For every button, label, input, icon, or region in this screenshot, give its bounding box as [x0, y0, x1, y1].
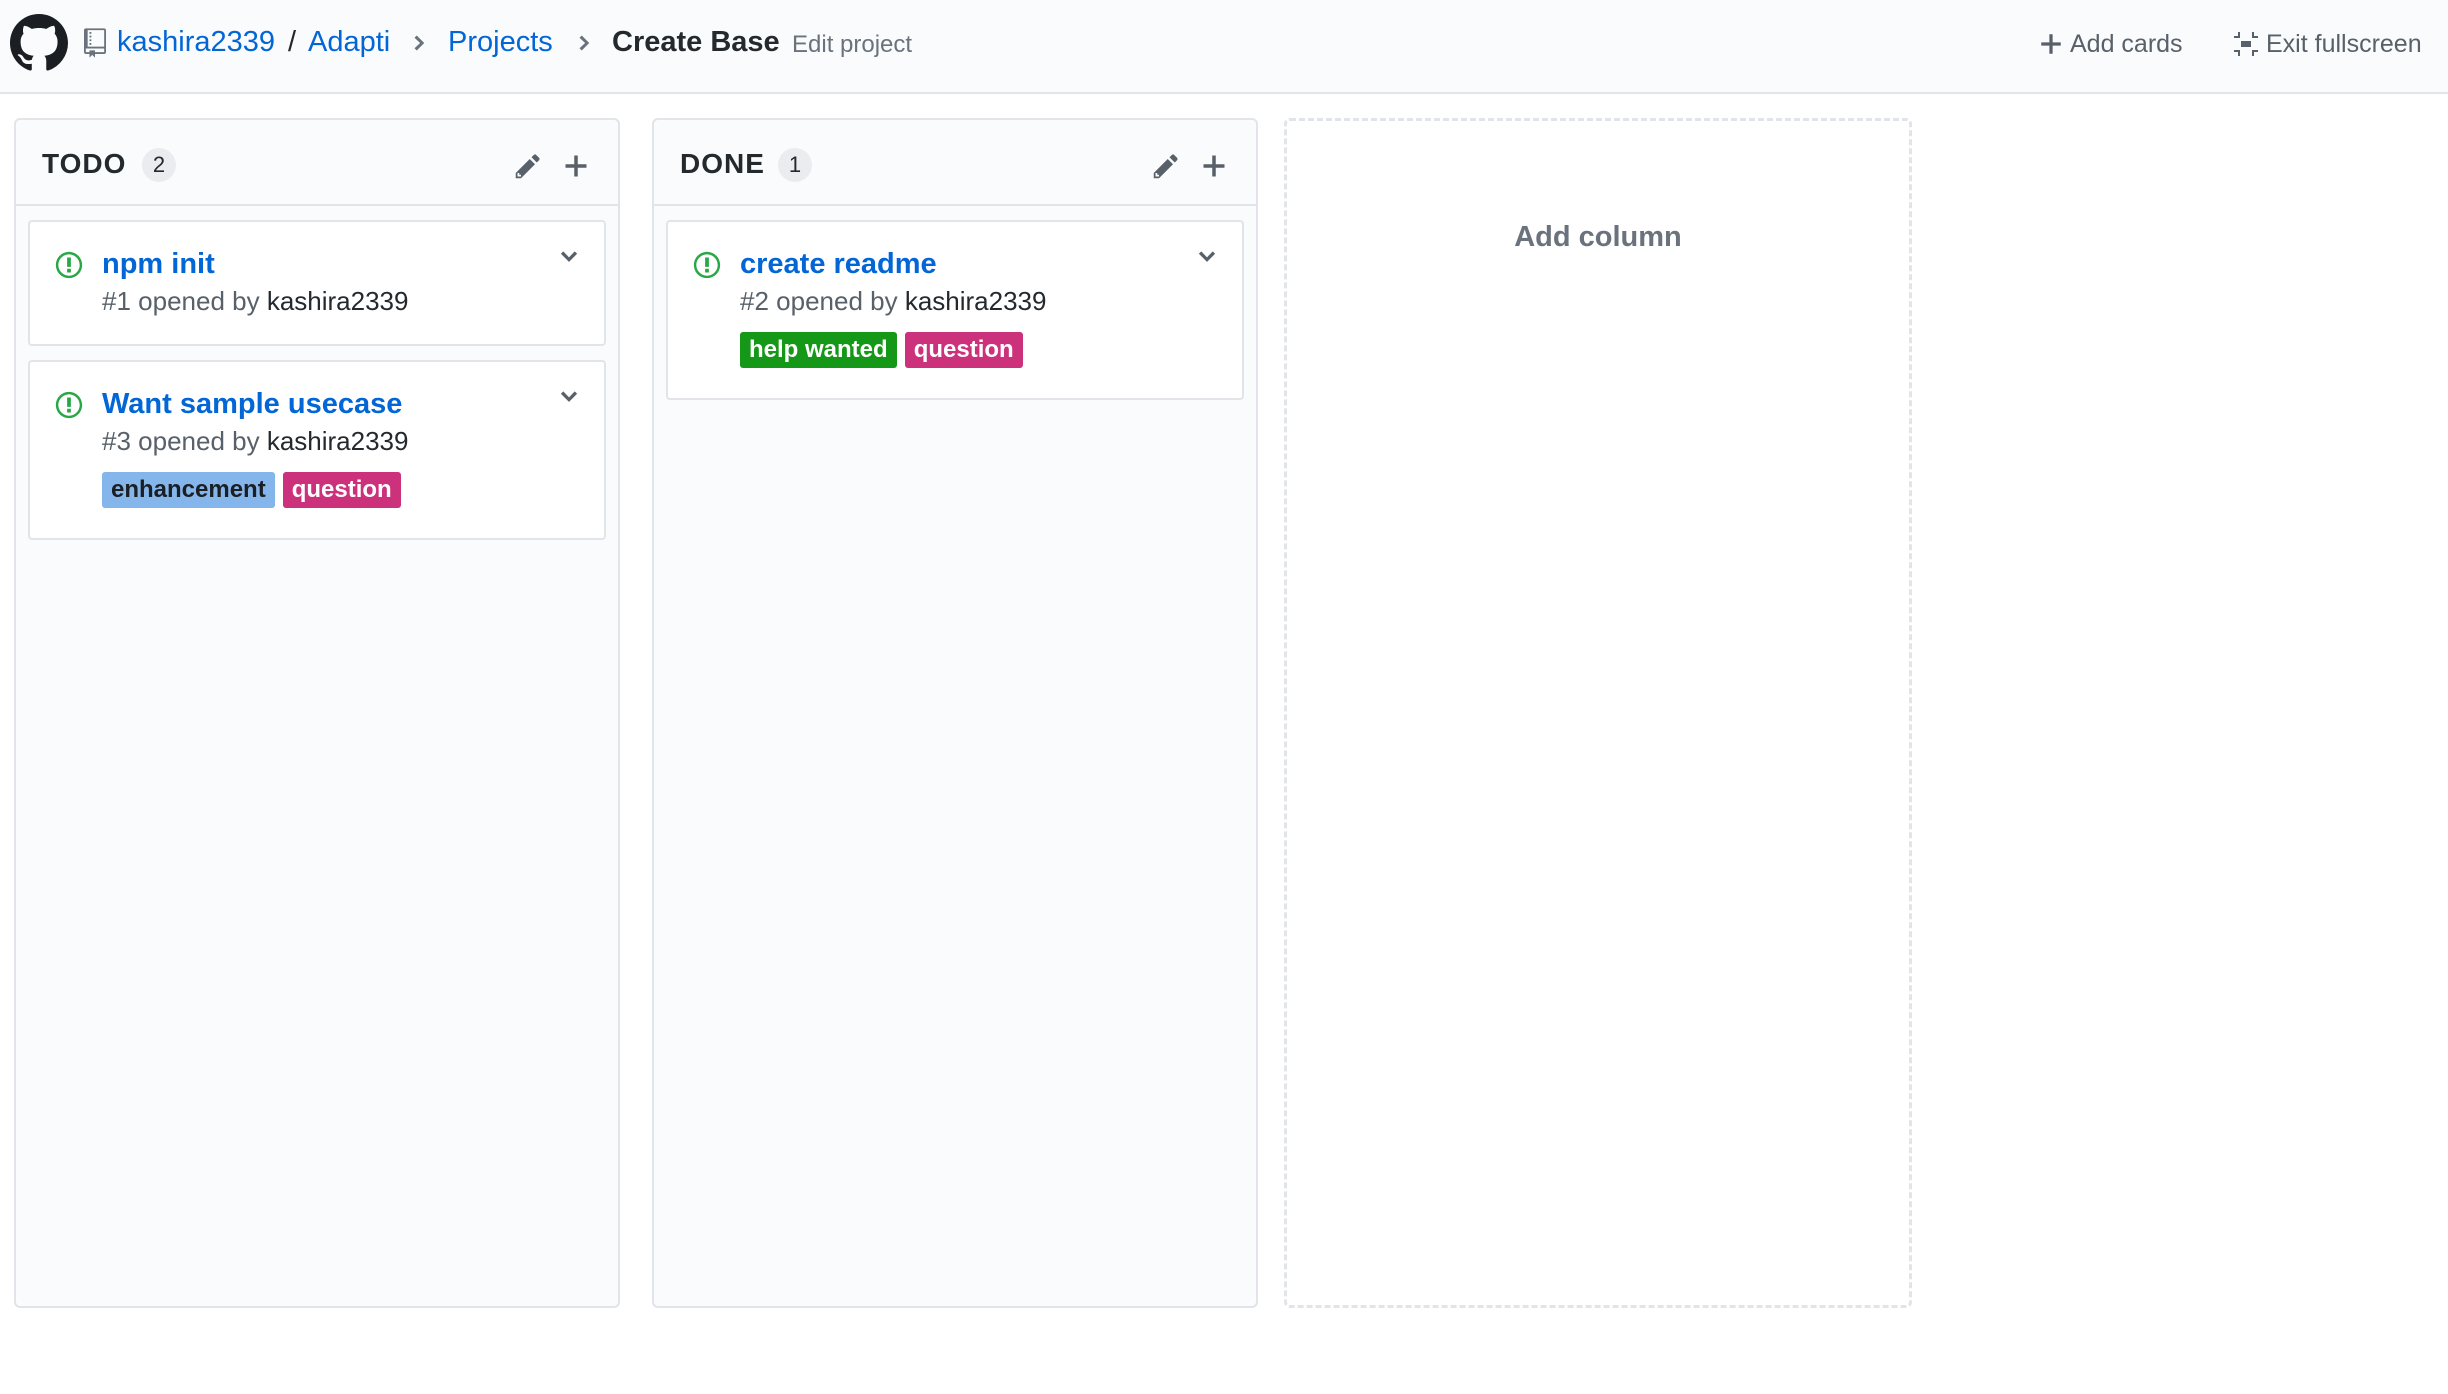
issue-opened-icon [55, 391, 83, 419]
issue-card[interactable]: create readme #2 opened by kashira2339 h… [666, 220, 1244, 400]
issue-labels: enhancement question [102, 472, 401, 508]
issue-opened-icon [693, 251, 721, 279]
issue-title-link[interactable]: Want sample usecase [102, 384, 402, 424]
label-question[interactable]: question [904, 332, 1023, 368]
project-header: kashira2339 / Adapti Projects Create Bas… [0, 0, 2448, 94]
issue-number-text: #2 opened by [740, 286, 905, 316]
card-menu-chevron-down-icon[interactable] [556, 384, 582, 410]
issue-labels: help wanted question [740, 332, 1023, 368]
exit-fullscreen-icon [2234, 32, 2258, 56]
issue-number-text: #1 opened by [102, 286, 267, 316]
issue-author-link[interactable]: kashira2339 [905, 286, 1047, 316]
repo-icon [84, 28, 106, 58]
issue-card[interactable]: Want sample usecase #3 opened by kashira… [28, 360, 606, 540]
plus-icon [2041, 34, 2061, 54]
breadcrumb-projects-link[interactable]: Projects [448, 22, 553, 62]
add-cards-label: Add cards [2070, 29, 2183, 58]
label-question[interactable]: question [282, 472, 401, 508]
exit-fullscreen-button[interactable]: Exit fullscreen [2232, 24, 2422, 64]
breadcrumb-chevron-right-icon [414, 35, 425, 51]
breadcrumb-repo-link[interactable]: Adapti [308, 22, 390, 62]
add-note-plus-icon[interactable] [1200, 152, 1228, 180]
label-enhancement[interactable]: enhancement [102, 472, 275, 508]
column-card-count: 2 [142, 148, 176, 182]
column-header: TODO 2 [16, 120, 618, 206]
add-column-placeholder[interactable]: Add column [1284, 118, 1912, 1308]
column-card-count: 1 [778, 148, 812, 182]
issue-title-link[interactable]: npm init [102, 244, 215, 284]
issue-card[interactable]: npm init #1 opened by kashira2339 [28, 220, 606, 346]
project-title: Create Base [612, 26, 780, 58]
project-column-todo: TODO 2 npm init #1 opened by kashira2339… [14, 118, 620, 1308]
card-menu-chevron-down-icon[interactable] [556, 244, 582, 270]
label-help-wanted[interactable]: help wanted [740, 332, 897, 368]
issue-author-link[interactable]: kashira2339 [267, 426, 409, 456]
issue-opened-icon [55, 251, 83, 279]
project-column-done: DONE 1 create readme #2 opened by kashir… [652, 118, 1258, 1308]
add-cards-button[interactable]: Add cards [2038, 24, 2183, 64]
edit-project-link[interactable]: Edit project [792, 25, 912, 65]
edit-column-pencil-icon[interactable] [1152, 152, 1180, 180]
issue-meta: #1 opened by kashira2339 [102, 284, 408, 318]
column-title: DONE [680, 148, 765, 179]
add-note-plus-icon[interactable] [562, 152, 590, 180]
edit-column-pencil-icon[interactable] [514, 152, 542, 180]
issue-author-link[interactable]: kashira2339 [267, 286, 409, 316]
issue-number-text: #3 opened by [102, 426, 267, 456]
breadcrumb-separator: / [288, 26, 297, 58]
issue-meta: #3 opened by kashira2339 [102, 424, 408, 458]
card-menu-chevron-down-icon[interactable] [1194, 244, 1220, 270]
column-header: DONE 1 [654, 120, 1256, 206]
exit-fullscreen-label: Exit fullscreen [2266, 29, 2422, 58]
column-title: TODO [42, 148, 127, 179]
github-logo-icon[interactable] [10, 14, 68, 72]
issue-title-link[interactable]: create readme [740, 244, 937, 284]
issue-meta: #2 opened by kashira2339 [740, 284, 1046, 318]
add-column-button[interactable]: Add column [1287, 221, 1909, 254]
breadcrumb-chevron-right-icon [579, 35, 590, 51]
breadcrumb-owner-link[interactable]: kashira2339 [117, 22, 275, 62]
